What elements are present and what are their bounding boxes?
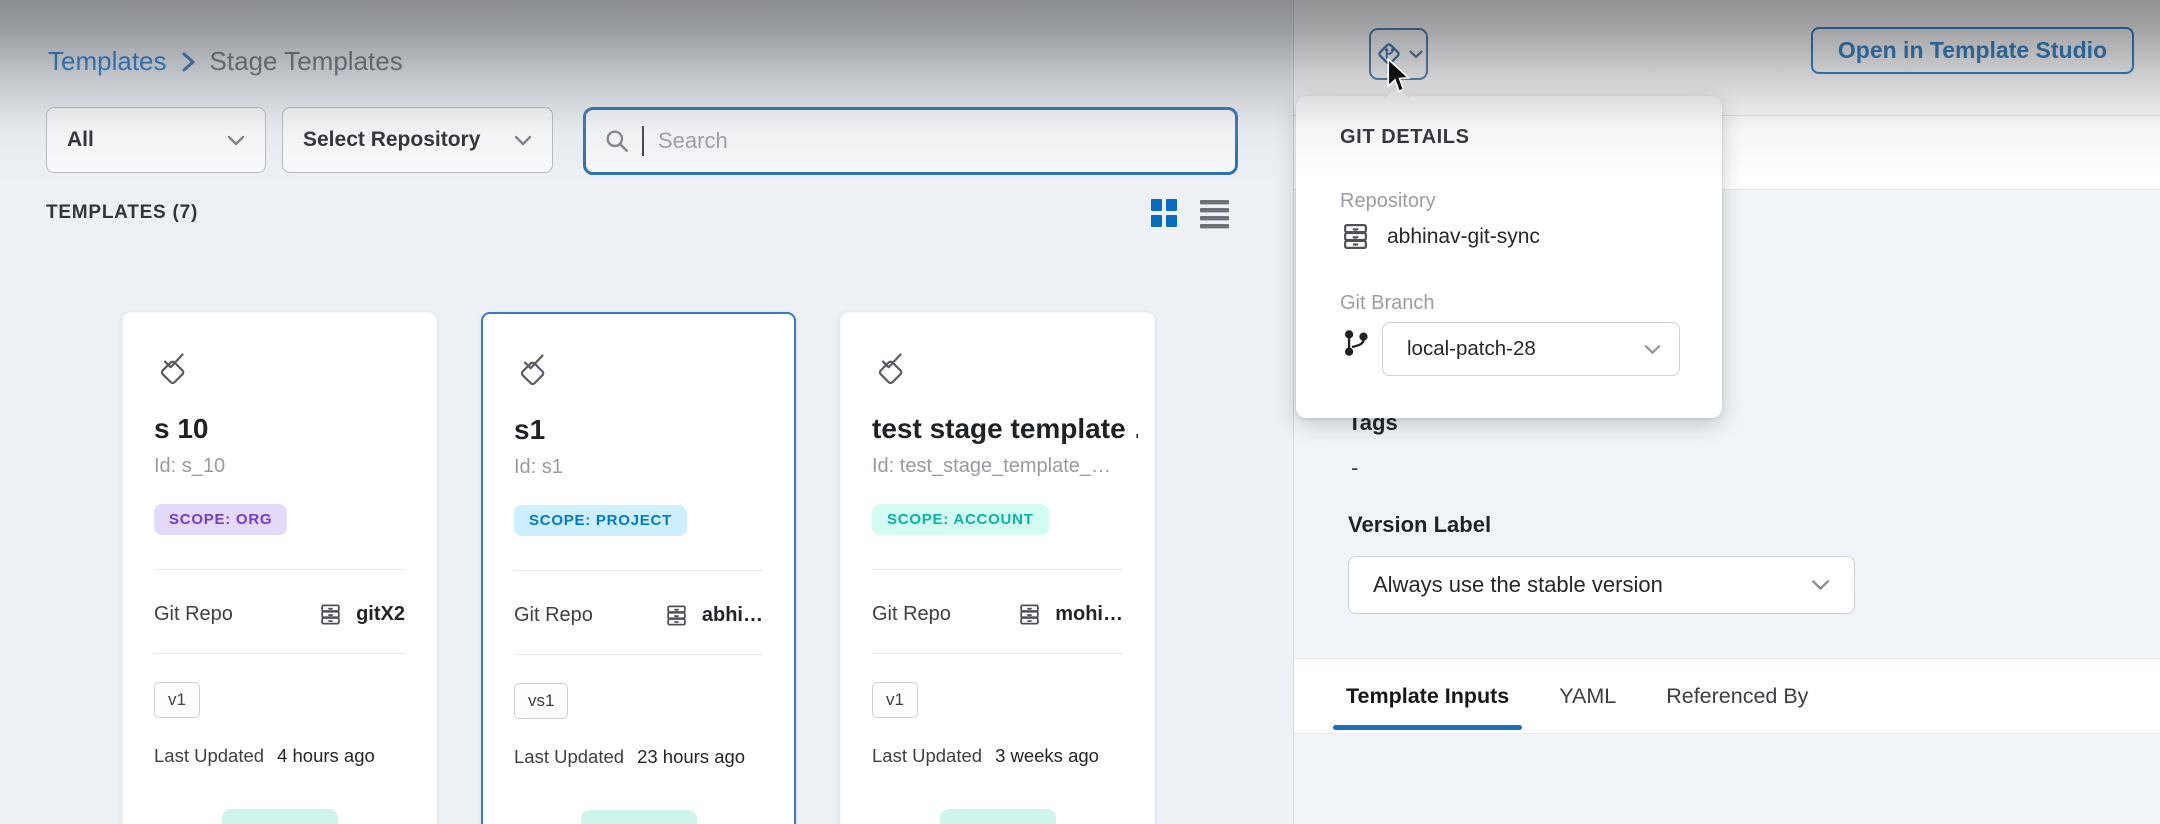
template-id: Id: s1: [514, 456, 778, 479]
template-id: Id: test_stage_template_…: [872, 455, 1138, 478]
grid-view-icon: [1148, 197, 1180, 229]
last-updated-value: 23 hours ago: [637, 746, 745, 768]
repository-icon: [1340, 221, 1371, 252]
git-details-title: GIT DETAILS: [1340, 126, 1470, 149]
git-repo-label: Git Repo: [514, 604, 593, 627]
git-repo-value: abhi…: [702, 604, 763, 627]
repository-value: abhinav-git-sync: [1387, 225, 1540, 249]
search-icon: [604, 128, 630, 154]
tab-yaml[interactable]: YAML: [1559, 659, 1616, 733]
repository-filter-value: Select Repository: [303, 128, 480, 152]
scope-badge: SCOPE: PROJECT: [514, 505, 687, 536]
chevron-down-icon: [514, 135, 532, 146]
divider: [514, 654, 763, 655]
divider: [154, 653, 405, 654]
list-view-icon: [1198, 197, 1231, 229]
open-in-template-studio-button[interactable]: Open in Template Studio: [1811, 27, 2134, 74]
chevron-down-icon: [1644, 344, 1661, 355]
version-label-select[interactable]: Always use the stable version: [1348, 556, 1855, 614]
templates-count-heading: TEMPLATES (7): [46, 202, 198, 224]
git-details-popover: GIT DETAILS Repository abhinav-git-sync …: [1296, 96, 1722, 418]
scope-badge: SCOPE: ORG: [154, 504, 287, 535]
git-branch-select[interactable]: local-patch-28: [1382, 322, 1680, 376]
stable-badge: [940, 809, 1056, 824]
git-details-button[interactable]: [1369, 28, 1428, 80]
stage-template-icon: [514, 350, 552, 388]
last-updated-value: 3 weeks ago: [995, 745, 1099, 767]
template-type-filter-value: All: [67, 128, 94, 152]
details-tab-bar: Template Inputs YAML Referenced By: [1294, 658, 2160, 734]
git-branch-value: local-patch-28: [1407, 337, 1536, 361]
text-caret: [642, 126, 644, 156]
git-branch-icon: [1342, 328, 1370, 358]
divider: [514, 570, 763, 571]
stable-badge: [222, 809, 338, 824]
version-chip: v1: [154, 682, 200, 718]
template-title: test stage template …: [872, 413, 1138, 445]
repository-icon: [1017, 602, 1042, 627]
breadcrumb-templates-link[interactable]: Templates: [48, 46, 167, 77]
chevron-down-icon: [1811, 579, 1830, 591]
list-view-button[interactable]: [1198, 197, 1231, 234]
repository-filter[interactable]: Select Repository: [282, 107, 553, 173]
version-label-value: Always use the stable version: [1373, 572, 1663, 598]
version-chip: vs1: [514, 683, 568, 719]
stage-template-icon: [154, 349, 192, 387]
last-updated-label: Last Updated: [514, 746, 624, 768]
version-chip: v1: [872, 682, 918, 718]
repository-icon: [664, 603, 689, 628]
last-updated-label: Last Updated: [872, 745, 982, 767]
stable-badge: [581, 810, 697, 824]
template-title: s1: [514, 414, 778, 446]
git-repo-value: gitX2: [356, 603, 405, 626]
git-repo-value: mohi…: [1055, 603, 1123, 626]
chevron-down-icon: [227, 135, 245, 146]
divider: [872, 653, 1123, 654]
divider: [872, 569, 1123, 570]
repository-icon: [318, 602, 343, 627]
template-id: Id: s_10: [154, 455, 420, 478]
breadcrumb-current: Stage Templates: [210, 46, 403, 77]
grid-view-button[interactable]: [1148, 197, 1180, 234]
stage-template-icon: [872, 349, 910, 387]
last-updated-value: 4 hours ago: [277, 745, 375, 767]
template-card-s1[interactable]: s1 Id: s1 SCOPE: PROJECT Git Repo abhi… …: [481, 312, 796, 824]
search-box: [583, 107, 1238, 175]
scope-badge: SCOPE: ACCOUNT: [872, 504, 1049, 535]
chevron-down-icon: [1409, 50, 1423, 59]
panel-divider: [1293, 0, 1294, 824]
breadcrumb: Templates Stage Templates: [48, 46, 403, 77]
template-card-test-stage-template[interactable]: test stage template … Id: test_stage_tem…: [840, 312, 1155, 824]
chevron-right-icon: [181, 51, 196, 73]
template-type-filter[interactable]: All: [46, 107, 266, 173]
template-title: s 10: [154, 413, 420, 445]
repository-label: Repository: [1340, 190, 1436, 213]
git-branch-label: Git Branch: [1340, 292, 1434, 315]
last-updated-label: Last Updated: [154, 745, 264, 767]
tab-referenced-by[interactable]: Referenced By: [1666, 659, 1808, 733]
template-card-s-10[interactable]: s 10 Id: s_10 SCOPE: ORG Git Repo gitX2 …: [122, 312, 437, 824]
tags-value: -: [1351, 455, 1358, 481]
divider: [154, 569, 405, 570]
git-repo-label: Git Repo: [154, 603, 233, 626]
search-input[interactable]: [658, 128, 1217, 154]
git-repo-label: Git Repo: [872, 603, 951, 626]
tab-template-inputs[interactable]: Template Inputs: [1346, 659, 1509, 733]
version-label-title: Version Label: [1348, 512, 1491, 538]
git-template-icon: [1374, 39, 1404, 69]
